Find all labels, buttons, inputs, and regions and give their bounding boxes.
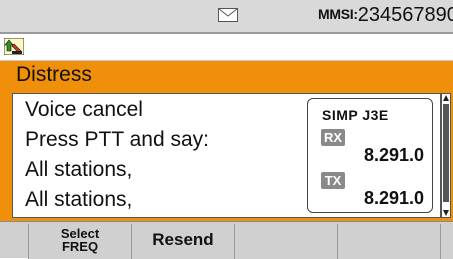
mmsi-display: MMSI:234567890: [318, 4, 453, 30]
message-line-1: Voice cancel: [25, 98, 143, 121]
mmsi-label: MMSI:: [318, 6, 358, 22]
softkey-label: Resend: [152, 230, 214, 249]
message-box: Voice cancel Press PTT and say: All stat…: [12, 93, 441, 218]
scrollbar[interactable]: [441, 93, 451, 218]
resend-softkey[interactable]: Resend: [131, 224, 234, 259]
tx-frequency: 8.291.0: [363, 188, 424, 208]
scroll-down-arrow-icon[interactable]: [443, 210, 449, 216]
tx-badge: TX: [321, 172, 345, 189]
rx-frequency: 8.291.0: [363, 145, 424, 165]
mmsi-value: 234567890: [357, 4, 453, 26]
message-line-3: All stations,: [25, 158, 133, 181]
radio-display-screen: MMSI:234567890 Distress Voice cancel Pre…: [0, 0, 453, 259]
channel-mode: SIMP J3E: [322, 107, 389, 123]
softkey-4[interactable]: [337, 224, 440, 259]
select-freq-softkey[interactable]: Select FREQ: [28, 224, 131, 259]
scroll-up-arrow-icon[interactable]: [443, 95, 449, 101]
envelope-icon: [218, 8, 238, 22]
softkey-5[interactable]: [440, 224, 453, 259]
softkey-label-line-2: FREQ: [61, 239, 99, 254]
page-title: Distress: [16, 63, 92, 86]
softkey-3[interactable]: [234, 224, 337, 259]
channel-info-box: SIMP J3E RX 8.291.0 TX 8.291.0: [307, 98, 433, 213]
content-area: Voice cancel Press PTT and say: All stat…: [0, 90, 453, 221]
softkey-bar: Select FREQ Resend: [0, 221, 453, 259]
transaction-arrow-icon: [4, 38, 24, 55]
status-bar: MMSI:234567890: [0, 0, 453, 34]
rx-badge: RX: [321, 129, 345, 146]
message-line-4: All stations,: [25, 188, 133, 211]
message-line-2: Press PTT and say:: [25, 128, 210, 151]
scroll-thumb[interactable]: [443, 104, 449, 202]
icon-row: [0, 34, 453, 61]
title-bar: Distress: [0, 61, 453, 90]
